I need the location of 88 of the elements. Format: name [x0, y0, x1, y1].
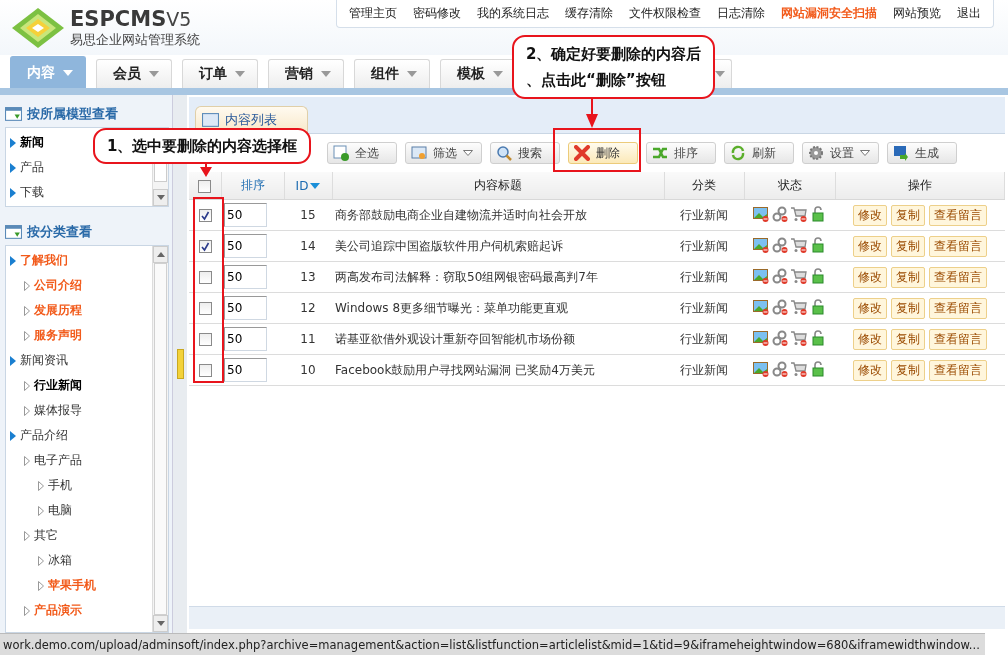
top-link[interactable]: 退出	[949, 5, 989, 22]
tree-item[interactable]: 其它	[6, 523, 58, 548]
action-button[interactable]: 查看留言	[928, 328, 987, 350]
action-button[interactable]: 修改	[852, 235, 887, 257]
title-cell[interactable]: 美公司追踪中国盗版软件用户伺机索赔起诉	[335, 238, 563, 253]
toolbar-button[interactable]: 排序	[646, 142, 716, 164]
top-link[interactable]: 日志清除	[709, 5, 773, 22]
id-cell: 13	[300, 270, 316, 284]
top-link[interactable]: 网站预览	[885, 5, 949, 22]
category-cell: 行业新闻	[680, 238, 728, 253]
action-button[interactable]: 复制	[890, 204, 925, 226]
top-link[interactable]: 缓存清除	[557, 5, 621, 22]
column-header: 分类	[692, 178, 716, 192]
tree-item[interactable]: 电脑	[6, 498, 72, 523]
action-button[interactable]: 复制	[890, 328, 925, 350]
category-cell: 行业新闻	[680, 331, 728, 346]
column-header: 操作	[907, 178, 932, 192]
action-button[interactable]: 查看留言	[928, 359, 987, 381]
sort-input[interactable]: 50	[224, 265, 267, 289]
action-button[interactable]: 修改	[852, 297, 887, 319]
id-cell: 14	[300, 239, 316, 253]
toolbar-button[interactable]: 全选	[327, 142, 397, 164]
title-cell[interactable]: 诺基亚欲借外观设计重新夺回智能机市场份额	[335, 331, 575, 346]
tree-item[interactable]: 冰箱	[6, 548, 72, 573]
nav-tab[interactable]: 订单	[182, 59, 258, 88]
title-cell[interactable]: 两高发布司法解释：窃取50组网银密码最高判7年	[335, 269, 598, 284]
top-link[interactable]: 管理主页	[341, 5, 405, 22]
section-title: 按分类查看	[27, 223, 92, 241]
id-cell: 11	[300, 332, 316, 346]
logo-version: V5	[166, 7, 192, 30]
callout-text: 1、选中要删除的内容选择框	[107, 136, 298, 156]
sort-input[interactable]: 50	[224, 296, 267, 320]
action-button[interactable]: 查看留言	[928, 204, 987, 226]
tree-item[interactable]: 电子产品	[6, 448, 82, 473]
category-cell: 行业新闻	[680, 207, 728, 222]
action-button[interactable]: 查看留言	[928, 266, 987, 288]
title-cell[interactable]: Windows 8更多细节曝光：菜单功能更直观	[335, 300, 568, 315]
nav-tab[interactable]: 组件	[354, 59, 430, 88]
column-header: 内容标题	[474, 178, 522, 192]
section-title: 按所属模型查看	[27, 105, 118, 123]
tree-item[interactable]: 手机	[6, 473, 72, 498]
id-cell: 10	[300, 363, 316, 377]
category-cell: 行业新闻	[680, 362, 728, 377]
nav-tab[interactable]: 会员	[96, 59, 172, 88]
logo-subtitle: 易思企业网站管理系统	[70, 30, 200, 49]
title-cell[interactable]: 商务部鼓励电商企业自建物流并适时向社会开放	[335, 207, 587, 222]
sort-input[interactable]: 50	[224, 234, 267, 258]
tree-item[interactable]: 媒体报导	[6, 398, 82, 423]
action-button[interactable]: 复制	[890, 359, 925, 381]
nav-tab[interactable]: 营销	[268, 59, 344, 88]
top-link[interactable]: 文件权限检查	[621, 5, 709, 22]
action-button[interactable]: 复制	[890, 235, 925, 257]
callout-text: 2、确定好要删除的内容后	[526, 44, 702, 65]
sort-input[interactable]: 50	[224, 203, 267, 227]
action-button[interactable]: 复制	[890, 266, 925, 288]
status-url: work.demo.com/upload/adminsoft/index.php?archive=management&action=list&listfunction=articlelist&mid=1&tid=9&iframeheightwindow=680&iframewidthwindow...	[3, 637, 980, 652]
tree-item[interactable]: 产品介绍	[6, 423, 68, 448]
sort-input[interactable]: 50	[224, 358, 267, 382]
action-button[interactable]: 查看留言	[928, 235, 987, 257]
model-item[interactable]: 产品	[6, 155, 44, 180]
action-button[interactable]: 修改	[852, 359, 887, 381]
tree-item[interactable]: 行业新闻	[6, 373, 82, 398]
title-cell[interactable]: Facebook鼓励用户寻找网站漏洞 已奖励4万美元	[335, 362, 595, 377]
column-header[interactable]: 排序	[240, 178, 265, 192]
toolbar-button[interactable]: 删除	[568, 142, 638, 164]
toolbar-button[interactable]: 刷新	[724, 142, 794, 164]
category-cell: 行业新闻	[680, 300, 728, 315]
model-item[interactable]: 新闻	[6, 130, 44, 155]
logo-name: ESPCMS	[70, 6, 167, 31]
top-link[interactable]: 我的系统日志	[469, 5, 557, 22]
id-cell: 12	[300, 301, 316, 315]
column-header: 状态	[777, 178, 802, 192]
toolbar-button[interactable]: 生成	[887, 142, 957, 164]
top-link[interactable]: 密码修改	[405, 5, 469, 22]
toolbar-button[interactable]: 设置	[802, 142, 879, 164]
action-button[interactable]: 修改	[852, 328, 887, 350]
category-cell: 行业新闻	[680, 269, 728, 284]
model-item[interactable]: 下载	[6, 180, 44, 205]
action-button[interactable]: 修改	[852, 266, 887, 288]
sort-input[interactable]: 50	[224, 327, 267, 351]
tree-item[interactable]: 新闻资讯	[6, 348, 68, 373]
action-button[interactable]: 修改	[852, 204, 887, 226]
action-button[interactable]: 复制	[890, 297, 925, 319]
toolbar-button[interactable]: 搜索	[490, 142, 560, 164]
id-cell: 15	[300, 208, 316, 222]
callout-text: 、点击此“删除”按钮	[526, 70, 667, 91]
toolbar-button[interactable]: 筛选	[405, 142, 482, 164]
action-button[interactable]: 查看留言	[928, 297, 987, 319]
